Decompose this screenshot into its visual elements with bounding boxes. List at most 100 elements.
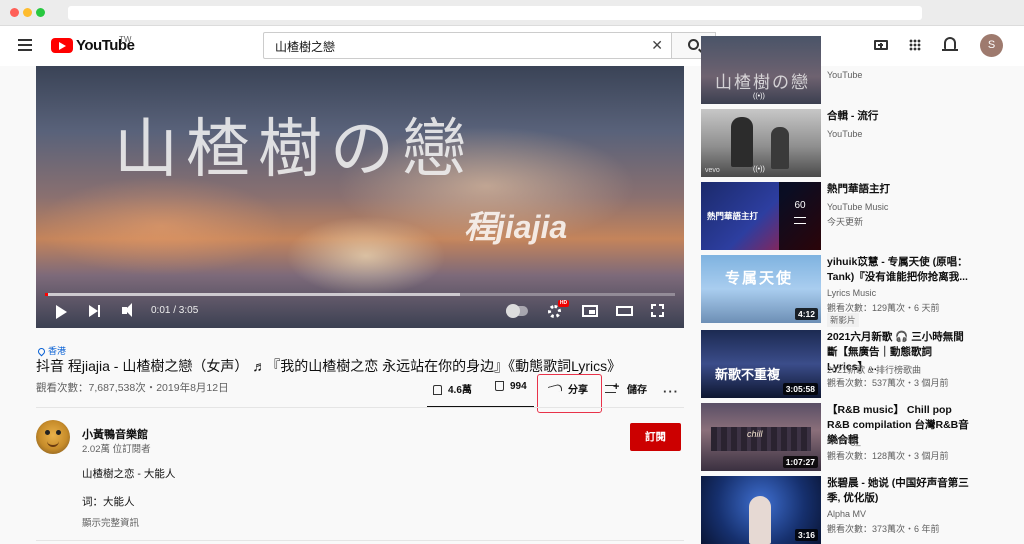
video-thumbnail[interactable]: 山楂樹の戀 ((•)) xyxy=(701,36,821,104)
rec-channel: YouTube xyxy=(827,70,863,80)
divider xyxy=(36,540,684,541)
rec-meta: 觀看次數：128萬次・3 個月前 xyxy=(827,451,949,461)
thumbs-up-icon xyxy=(433,385,442,395)
rec-meta: 今天更新 xyxy=(827,217,864,227)
next-icon[interactable] xyxy=(89,305,100,317)
add-to-playlist-icon xyxy=(605,381,619,393)
search-input[interactable]: 山楂樹之戀 ✕ xyxy=(263,32,672,59)
rec-channel: 2021新歌 & 排行榜歌曲 xyxy=(827,365,922,375)
apps-grid-icon[interactable] xyxy=(909,39,921,51)
video-thumbnail[interactable]: vevo ((•)) xyxy=(701,109,821,177)
browser-window: YouTube TW 山楂樹之戀 ✕ S 山楂樹の戀 程jiajia 0:01 … xyxy=(0,0,1024,544)
rec-channel: Lyrics Music xyxy=(827,288,877,298)
recommendation-item[interactable]: vevo ((•)) 合輯 - 流行 YouTube xyxy=(701,109,1001,179)
person-silhouette xyxy=(771,127,789,169)
sun-glow xyxy=(286,216,446,296)
channel-avatar[interactable] xyxy=(36,420,70,454)
video-overlay-artist: 程jiajia xyxy=(464,209,568,245)
miniplayer-icon[interactable] xyxy=(582,305,598,317)
play-icon[interactable] xyxy=(56,305,67,319)
video-overlay-title: 山楂樹の戀 xyxy=(114,113,474,187)
account-avatar[interactable]: S xyxy=(980,34,1003,57)
vevo-watermark: vevo xyxy=(705,167,720,174)
youtube-logo-icon[interactable] xyxy=(51,38,73,53)
save-button[interactable]: 儲存 xyxy=(605,381,647,396)
radio-mix-icon: ((•)) xyxy=(753,93,765,100)
description-line: 山楂樹之恋 - 大能人 xyxy=(82,468,176,480)
autoplay-toggle[interactable] xyxy=(506,304,528,318)
duration-badge: 3:16 xyxy=(794,529,818,541)
video-player[interactable]: 山楂樹の戀 程jiajia 0:01 / 3:05 HD xyxy=(36,66,684,328)
search-icon xyxy=(688,39,699,50)
rec-title: 张碧晨 - 她说 (中国好声音第三季, 优化版) xyxy=(827,477,969,504)
video-thumbnail[interactable]: 3:16 xyxy=(701,476,821,544)
dislike-count: 994 xyxy=(510,381,527,392)
rec-channel: YouTube xyxy=(827,129,863,139)
create-video-icon[interactable] xyxy=(874,40,888,50)
recommendation-item[interactable]: 山楂樹の戀 ((•)) YouTube xyxy=(701,36,1001,106)
subscribe-button[interactable]: 訂閱 xyxy=(630,423,681,451)
buffer-bar xyxy=(45,293,460,296)
thumbnail-text: 新歌不重複 xyxy=(715,367,781,382)
playlist-icon xyxy=(794,217,806,224)
recommendation-item[interactable]: 3:16 张碧晨 - 她说 (中国好声音第三季, 优化版) Alpha MV 觀… xyxy=(701,476,1001,544)
view-count-date: 觀看次數：7,687,538次・2019年8月12日 xyxy=(36,382,229,394)
like-button[interactable]: 4.6萬 xyxy=(433,381,472,396)
thumbnail-text: 山楂樹の戀 xyxy=(715,73,810,93)
youtube-header: YouTube TW 山楂樹之戀 ✕ S xyxy=(0,26,1024,66)
browser-titlebar xyxy=(0,0,1024,26)
notifications-bell-icon[interactable] xyxy=(942,37,958,51)
rec-title: 熱門華語主打 xyxy=(827,183,890,195)
sky-glow-left xyxy=(36,176,286,276)
show-more-button[interactable]: 顯示完整資訊 xyxy=(82,515,139,529)
playlist-thumbnail[interactable]: 熱門華語主打 60 xyxy=(701,182,821,250)
recommendation-item[interactable]: chill 1:07:27 【R&B music】 Chill pop R&B … xyxy=(701,403,1001,473)
dislike-button[interactable]: 994 xyxy=(495,381,527,392)
rec-channel: Alpha MV xyxy=(827,509,867,519)
radio-mix-icon: ((•)) xyxy=(753,166,765,173)
location-pin-icon xyxy=(36,346,47,357)
close-window-button[interactable] xyxy=(10,8,19,17)
recommendation-item[interactable]: 新歌不重複 3:05:58 2021六月新歌 🎧 三小時無間斷【無廣告｜動態歌詞… xyxy=(701,330,1001,400)
more-actions-icon[interactable]: ··· xyxy=(663,384,679,399)
duration-badge: 1:07:27 xyxy=(782,456,818,468)
theater-mode-icon[interactable] xyxy=(616,306,633,316)
playlist-count: 60 xyxy=(794,200,806,211)
rec-channel: saitting_ xyxy=(827,436,861,446)
rec-channel: YouTube Music xyxy=(827,202,889,212)
rec-meta: 觀看次數：373萬次・6 年前 xyxy=(827,524,940,534)
search-query: 山楂樹之戀 xyxy=(275,40,336,54)
fullscreen-icon[interactable] xyxy=(651,304,664,317)
video-thumbnail[interactable]: chill 1:07:27 xyxy=(701,403,821,471)
like-count: 4.6萬 xyxy=(448,385,472,396)
volume-icon[interactable] xyxy=(122,303,132,317)
clear-search-icon[interactable]: ✕ xyxy=(651,37,663,54)
channel-name[interactable]: 小黃鴨音樂館 xyxy=(82,426,148,442)
subscriber-count: 2.02萬 位訂閱者 xyxy=(82,444,151,455)
thumbnail-text: 熱門華語主打 xyxy=(707,211,759,221)
minimize-window-button[interactable] xyxy=(23,8,32,17)
recommendation-item[interactable]: 熱門華語主打 60 熱門華語主打 YouTube Music 今天更新 xyxy=(701,182,1001,252)
location-text: 香港 xyxy=(48,346,67,356)
save-label: 儲存 xyxy=(627,385,647,396)
new-video-badge: 新影片 xyxy=(827,313,859,327)
thumbnail-text: 专属天使 xyxy=(725,269,794,287)
description-line: 词：大能人 xyxy=(82,496,135,508)
thumbs-down-icon xyxy=(495,381,504,391)
duration-badge: 4:12 xyxy=(794,308,818,320)
maximize-window-button[interactable] xyxy=(36,8,45,17)
address-bar[interactable] xyxy=(68,6,922,20)
video-thumbnail[interactable]: 专属天使 4:12 xyxy=(701,255,821,323)
duration-badge: 3:05:58 xyxy=(782,383,818,395)
thumbnail-text: chill xyxy=(747,429,763,439)
progress-bar[interactable] xyxy=(45,293,675,296)
rec-title: 合輯 - 流行 xyxy=(827,110,879,122)
hd-badge: HD xyxy=(558,300,569,307)
progress-fill xyxy=(45,293,48,296)
video-thumbnail[interactable]: 新歌不重複 3:05:58 xyxy=(701,330,821,398)
playlist-count-overlay: 60 xyxy=(779,182,821,250)
menu-icon[interactable] xyxy=(18,39,32,51)
recommendation-item[interactable]: 专属天使 4:12 yihuik苡慧 - 专属天使 (原唱：Tank)『没有谁能… xyxy=(701,255,1001,327)
time-display: 0:01 / 3:05 xyxy=(151,305,199,316)
video-title: 抖音 程jiajia - 山楂樹之戀（女声） ♬『我的山楂樹之恋 永远站在你的身… xyxy=(36,358,622,374)
